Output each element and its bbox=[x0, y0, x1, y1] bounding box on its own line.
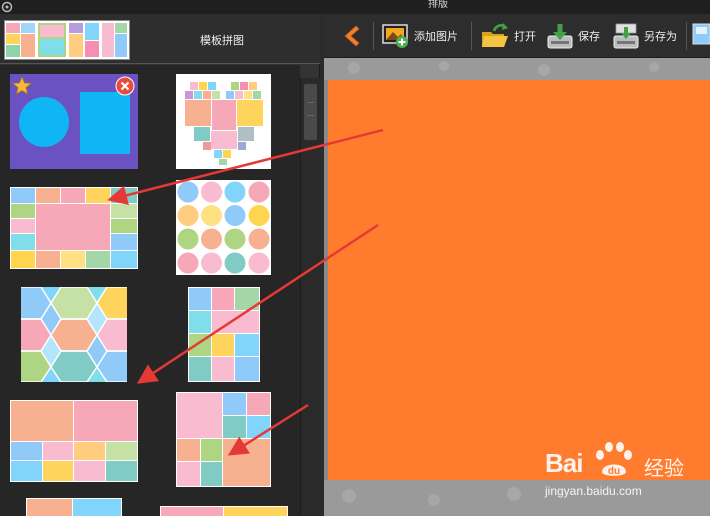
svg-text:du: du bbox=[608, 466, 620, 477]
add-image-icon bbox=[382, 24, 408, 48]
save-as-button[interactable]: 另存为 bbox=[612, 20, 677, 52]
template-item-shapes[interactable] bbox=[10, 74, 138, 169]
save-as-label: 另存为 bbox=[644, 31, 677, 43]
template-panel: 模板拼图 bbox=[0, 14, 320, 516]
save-button[interactable]: 保存 bbox=[546, 20, 600, 52]
save-as-disk-icon bbox=[613, 23, 639, 49]
template-list-scrollbar[interactable] bbox=[300, 78, 320, 516]
window-title: 排版 bbox=[428, 0, 448, 10]
watermark-url: jingyan.baidu.com bbox=[545, 484, 642, 498]
toolbar-separator bbox=[686, 22, 687, 50]
favorite-star-icon[interactable] bbox=[12, 76, 32, 96]
template-item-frame[interactable] bbox=[10, 187, 138, 269]
template-item-partial-left[interactable] bbox=[26, 498, 122, 516]
toolbar-separator bbox=[373, 22, 374, 50]
scrollbar-thumb[interactable] bbox=[304, 84, 317, 140]
toolbar: 添加图片 打开 保存 另存为 bbox=[324, 14, 710, 58]
open-folder-icon bbox=[482, 23, 508, 47]
toolbar-separator bbox=[471, 22, 472, 50]
template-list[interactable] bbox=[0, 65, 300, 516]
open-label: 打开 bbox=[514, 31, 536, 43]
save-label: 保存 bbox=[578, 31, 600, 43]
template-item-wide-blocks[interactable] bbox=[10, 400, 138, 482]
title-bar: 排版 bbox=[0, 0, 710, 14]
template-item-partial-right[interactable] bbox=[160, 506, 288, 516]
add-image-label: 添加图片 bbox=[414, 31, 458, 43]
template-item-tall-grid[interactable] bbox=[188, 287, 260, 382]
template-item-hexagons[interactable] bbox=[21, 287, 127, 382]
save-disk-icon bbox=[547, 24, 573, 49]
watermark-brand: Bai bbox=[545, 448, 583, 478]
open-button[interactable]: 打开 bbox=[480, 20, 536, 52]
workspace-top-margin bbox=[324, 58, 710, 80]
baidu-paw-icon: du bbox=[596, 442, 632, 477]
template-category-thumbnail bbox=[4, 20, 130, 60]
delete-template-icon[interactable] bbox=[115, 76, 135, 96]
add-image-button[interactable]: 添加图片 bbox=[382, 20, 458, 52]
more-tools-icon[interactable] bbox=[692, 23, 710, 49]
baidu-jingyan-watermark: Bai du 经验 jingyan.baidu.com bbox=[540, 440, 705, 500]
template-category-header[interactable]: 模板拼图 bbox=[0, 14, 320, 64]
back-arrow-icon[interactable] bbox=[340, 24, 364, 48]
template-category-label: 模板拼图 bbox=[200, 35, 244, 47]
collage-canvas[interactable] bbox=[328, 80, 710, 480]
template-item-circles[interactable] bbox=[176, 180, 271, 275]
template-item-heart[interactable] bbox=[176, 74, 271, 169]
template-item-mixed-square[interactable] bbox=[176, 392, 271, 487]
watermark-brand-cn: 经验 bbox=[644, 456, 684, 480]
